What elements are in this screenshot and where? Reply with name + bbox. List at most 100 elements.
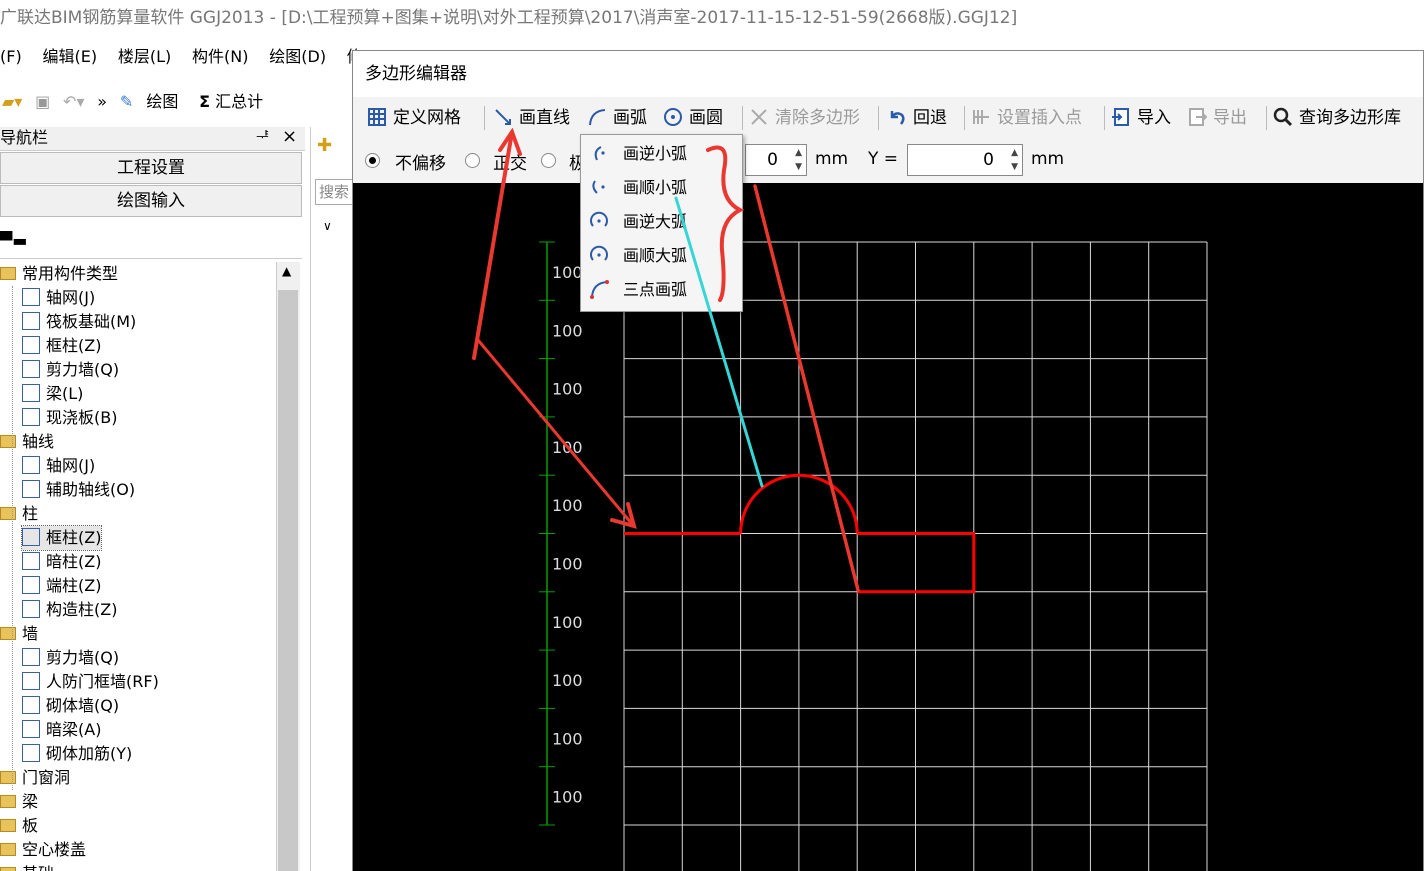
draw-icon: ✎ bbox=[119, 92, 134, 111]
tree-item[interactable]: 剪力墙(Q) bbox=[22, 646, 119, 670]
menu-component[interactable]: 构件(N) bbox=[192, 40, 248, 74]
tree-item[interactable]: 暗梁(A) bbox=[22, 718, 101, 742]
menu-file[interactable]: (F) bbox=[0, 40, 22, 74]
query-polygon-library-button[interactable]: 查询多边形库 bbox=[1273, 97, 1401, 139]
component-icon bbox=[22, 600, 40, 618]
new-icon[interactable]: ✚ bbox=[317, 135, 332, 156]
menu-floor[interactable]: 楼层(L) bbox=[118, 40, 171, 74]
set-insert-point-button[interactable]: 设置插入点 bbox=[971, 97, 1082, 139]
draw-circle-button[interactable]: 画圆 bbox=[663, 97, 723, 139]
scroll-up-icon[interactable]: ▲ bbox=[282, 264, 291, 278]
tree-item-label: 砌体墙(Q) bbox=[46, 696, 120, 715]
tree-toolbar: ▀▬ bbox=[0, 225, 302, 259]
drawing-input-button[interactable]: 绘图输入 bbox=[0, 185, 302, 217]
cw-small-arc-item[interactable]: 画顺小弧 bbox=[581, 171, 742, 205]
undo-button[interactable]: 回退 bbox=[887, 97, 947, 139]
save-icon[interactable]: ▣ bbox=[35, 82, 50, 122]
tree-item-label: 梁(L) bbox=[46, 384, 84, 403]
polygon-canvas[interactable]: 1001001001001001001001001001001001001001… bbox=[353, 183, 1423, 871]
pin-icon[interactable]: ᆤ bbox=[256, 127, 269, 149]
component-icon bbox=[22, 312, 40, 330]
tree-item-label: 柱 bbox=[22, 504, 39, 523]
grid-icon bbox=[368, 108, 386, 126]
orthogonal-radio[interactable] bbox=[465, 153, 480, 168]
x-up-icon[interactable]: ▲ bbox=[788, 147, 802, 159]
tree-item[interactable]: 轴网(J) bbox=[22, 454, 95, 478]
tree-item[interactable]: 框柱(Z) bbox=[22, 334, 101, 358]
ccw-large-arc-item[interactable]: 画逆大弧 bbox=[581, 205, 742, 239]
tree-item[interactable]: 砌体加筋(Y) bbox=[22, 742, 132, 766]
tree-item[interactable]: 剪力墙(Q) bbox=[22, 358, 119, 382]
tree-folder[interactable]: 轴线 bbox=[0, 430, 54, 454]
import-button[interactable]: 导入 bbox=[1111, 97, 1171, 139]
tree-item-label: 轴网(J) bbox=[46, 456, 96, 475]
x-value: 0 bbox=[767, 150, 778, 170]
menu-draw[interactable]: 绘图(D) bbox=[269, 40, 326, 74]
tree-item[interactable]: 轴网(J) bbox=[22, 286, 95, 310]
draw-line-button[interactable]: 画直线 bbox=[493, 97, 570, 139]
tree-scroll-thumb[interactable] bbox=[278, 290, 298, 871]
folder-icon bbox=[0, 435, 16, 448]
ccw-small-arc-icon bbox=[594, 146, 605, 161]
ccw-small-arc-item[interactable]: 画逆小弧 bbox=[581, 137, 742, 171]
cw-large-arc-icon bbox=[590, 245, 608, 261]
tree-item-label: 筏板基础(M) bbox=[46, 312, 137, 331]
clear-polygon-label: 清除多边形 bbox=[775, 108, 860, 128]
more-icon[interactable]: » bbox=[97, 82, 107, 122]
component-icon bbox=[22, 744, 40, 762]
query-polygon-library-label: 查询多边形库 bbox=[1299, 108, 1401, 128]
tree-item[interactable]: 砌体墙(Q) bbox=[22, 694, 119, 718]
tree-folder[interactable]: 基础 bbox=[0, 862, 54, 871]
x-value-input[interactable]: 0 ▲ ▼ bbox=[745, 144, 807, 176]
tree-folder[interactable]: 门窗洞 bbox=[0, 766, 70, 790]
tree-folder[interactable]: 墙 bbox=[0, 622, 38, 646]
tree-item[interactable]: 端柱(Z) bbox=[22, 574, 101, 598]
tree-item[interactable]: 暗柱(Z) bbox=[22, 550, 101, 574]
import-label: 导入 bbox=[1137, 108, 1171, 128]
tree-item[interactable]: 框柱(Z) bbox=[20, 525, 103, 551]
tree-item-label: 门窗洞 bbox=[22, 768, 71, 787]
component-icon bbox=[22, 696, 40, 714]
tree-item[interactable]: 辅助轴线(O) bbox=[22, 478, 135, 502]
tree-folder[interactable]: 柱 bbox=[0, 502, 38, 526]
expand-icon[interactable]: ∨ bbox=[323, 219, 332, 233]
tree-folder[interactable]: 常用构件类型 bbox=[0, 262, 118, 286]
menu-edit[interactable]: 编辑(E) bbox=[42, 40, 97, 74]
three-point-arc-item[interactable]: 三点画弧 bbox=[581, 273, 742, 307]
summary-button[interactable]: Σ 汇总计 bbox=[199, 82, 271, 122]
polar-radio[interactable] bbox=[541, 153, 556, 168]
tree-item[interactable]: 现浇板(B) bbox=[22, 406, 117, 430]
tree-folder[interactable]: 板 bbox=[0, 814, 38, 838]
tree-item[interactable]: 构造柱(Z) bbox=[22, 598, 117, 622]
export-button[interactable]: 导出 bbox=[1187, 97, 1247, 139]
draw-button[interactable]: ✎ 绘图 bbox=[120, 82, 187, 122]
tree-item-label: 框柱(Z) bbox=[46, 528, 102, 547]
tree-folder[interactable]: 空心楼盖 bbox=[0, 838, 86, 862]
tree-item[interactable]: 人防门框墙(RF) bbox=[22, 670, 159, 694]
define-grid-button[interactable]: 定义网格 bbox=[367, 97, 461, 139]
nav-title: 导航栏 bbox=[0, 128, 49, 147]
clear-polygon-button[interactable]: 清除多边形 bbox=[749, 97, 860, 139]
tree-item[interactable]: 梁(L) bbox=[22, 382, 83, 406]
close-icon[interactable]: × bbox=[282, 126, 297, 148]
folder-icon bbox=[0, 867, 16, 871]
x-down-icon[interactable]: ▼ bbox=[788, 161, 802, 173]
tree-folder[interactable]: 梁 bbox=[0, 790, 38, 814]
open-folder-icon[interactable]: ▰▾ bbox=[2, 82, 22, 122]
search-input[interactable]: 搜索 bbox=[315, 179, 353, 205]
collapse-all-icon[interactable]: ▀▬ bbox=[0, 231, 27, 250]
y-up-icon[interactable]: ▲ bbox=[1004, 147, 1018, 159]
draw-arc-button[interactable]: 画弧 bbox=[587, 97, 647, 139]
undo-icon[interactable]: ↶▾ bbox=[63, 82, 84, 122]
no-offset-radio[interactable] bbox=[365, 153, 380, 168]
project-settings-button[interactable]: 工程设置 bbox=[0, 152, 302, 184]
y-unit: mm bbox=[1031, 149, 1065, 169]
y-value-input[interactable]: 0 ▲ ▼ bbox=[907, 144, 1023, 176]
ccw-small-arc-label: 画逆小弧 bbox=[623, 144, 688, 163]
row-dimension-label: 100 bbox=[552, 380, 583, 399]
cw-large-arc-item[interactable]: 画顺大弧 bbox=[581, 239, 742, 273]
arc-icon bbox=[589, 109, 606, 126]
component-icon bbox=[22, 408, 40, 426]
tree-item[interactable]: 筏板基础(M) bbox=[22, 310, 136, 334]
y-down-icon[interactable]: ▼ bbox=[1004, 161, 1018, 173]
